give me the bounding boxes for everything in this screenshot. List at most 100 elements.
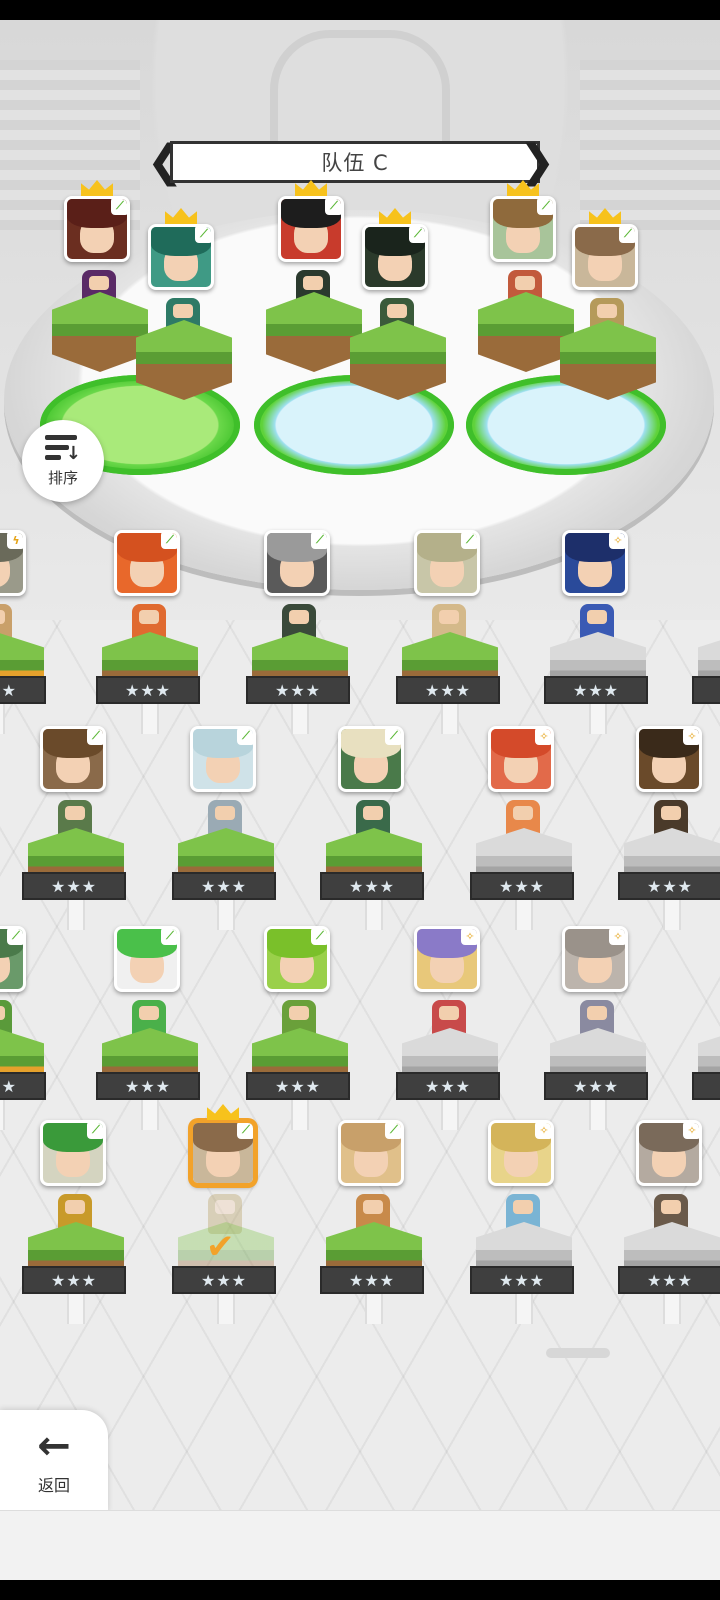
roster-unit[interactable]: ★★★: [690, 926, 720, 1126]
roster-unit[interactable]: ⟋ ★★★: [20, 1120, 130, 1324]
element-sparkle-icon: ✧: [535, 729, 551, 745]
team-member[interactable]: ⟋: [552, 208, 662, 424]
unit-portrait: ✧: [414, 926, 480, 992]
roster-unit[interactable]: ⟋ ★★★: [244, 926, 354, 1130]
element-sparkle-icon: ✧: [683, 1123, 699, 1139]
roster-unit[interactable]: ⟋ ★★★: [170, 726, 280, 930]
back-arrow-icon: ←: [37, 1423, 71, 1469]
roster-unit[interactable]: ✧ ★★★: [616, 1120, 720, 1324]
roster-unit[interactable]: ⟋ ★★★: [0, 926, 50, 1130]
selected-check-icon: ✔: [206, 1227, 235, 1267]
unit-portrait: ✧: [636, 726, 702, 792]
unit-portrait: ϟ: [0, 530, 26, 596]
element-leaf-icon: ⟋: [461, 533, 477, 549]
element-leaf-icon: ⟋: [111, 199, 127, 215]
bottom-bar: [0, 1510, 720, 1580]
element-leaf-icon: ⟋: [325, 199, 341, 215]
element-leaf-icon: ⟋: [311, 929, 327, 945]
roster-unit[interactable]: ⟋ ★★★: [94, 530, 204, 734]
unit-portrait: ⟋: [338, 726, 404, 792]
unit-portrait: ⟋: [114, 530, 180, 596]
member-portrait: ⟋: [278, 196, 344, 262]
unit-portrait: ✧: [488, 726, 554, 792]
unit-post: [589, 704, 607, 734]
team-member[interactable]: ⟋: [128, 208, 238, 424]
element-bolt-icon: ϟ: [7, 533, 23, 549]
stairs-right: [580, 60, 720, 230]
scroll-handle[interactable]: [546, 1348, 610, 1358]
member-block: [560, 320, 656, 400]
star-rating: ★★★: [470, 1266, 574, 1294]
element-sparkle-icon: ✧: [535, 1123, 551, 1139]
element-leaf-icon: ⟋: [385, 1123, 401, 1139]
back-button[interactable]: ← 返回: [0, 1410, 108, 1512]
star-rating: ★★★: [544, 1072, 648, 1100]
roster-unit[interactable]: ϟ ★★★: [0, 530, 50, 734]
star-rating: ★★★: [0, 1072, 46, 1100]
sort-label: 排序: [47, 468, 78, 487]
star-rating: ★★★: [396, 676, 500, 704]
star-rating: ★★★: [172, 1266, 276, 1294]
star-rating: ★★★: [692, 1072, 720, 1100]
game-screen: ❮ 队伍 C ❯ ⟋ ⟋ ⟋ ⟋ ⟋ ⟋ ↓ 排序 ϟ ★ ⟋ ★★★ ⟋ ★★…: [0, 20, 720, 1580]
unit-post: [67, 1294, 85, 1324]
roster-unit[interactable]: ✧ ★★★: [468, 1120, 578, 1324]
unit-post: [291, 1100, 309, 1130]
element-leaf-icon: ⟋: [619, 227, 635, 243]
star-rating: ★★★: [618, 1266, 720, 1294]
roster-unit[interactable]: ✧ ★★★: [616, 726, 720, 930]
star-rating: ★★★: [544, 676, 648, 704]
member-portrait: ⟋: [64, 196, 130, 262]
roster-unit[interactable]: ⟋ ★★★: [318, 726, 428, 930]
unit-post: [141, 704, 159, 734]
team-member[interactable]: ⟋: [342, 208, 452, 424]
element-sparkle-icon: ✧: [461, 929, 477, 945]
unit-post: [515, 1294, 533, 1324]
unit-post: [365, 900, 383, 930]
team-title: 队伍 C: [170, 141, 540, 183]
next-team-icon[interactable]: ❯: [519, 138, 556, 186]
unit-portrait: ⟋: [40, 1120, 106, 1186]
element-leaf-icon: ⟋: [161, 533, 177, 549]
element-leaf-icon: ⟋: [237, 729, 253, 745]
member-portrait: ⟋: [490, 196, 556, 262]
roster-unit[interactable]: ✧ ★★★: [542, 926, 652, 1130]
unit-post: [441, 704, 459, 734]
unit-portrait: ⟋: [338, 1120, 404, 1186]
roster-unit[interactable]: ⟋ ★★★: [244, 530, 354, 734]
unit-portrait: ✧: [636, 1120, 702, 1186]
roster-unit[interactable]: ⟋ ★★★: [318, 1120, 428, 1324]
star-rating: ★★★: [22, 872, 126, 900]
element-leaf-icon: ⟋: [409, 227, 425, 243]
roster-unit[interactable]: ⟋ ★★★: [94, 926, 204, 1130]
roster-unit[interactable]: ✧ ★★★: [542, 530, 652, 734]
roster-unit[interactable]: ✧ ★★★: [394, 926, 504, 1130]
unit-portrait: ⟋: [264, 926, 330, 992]
star-rating: ★★★: [320, 872, 424, 900]
star-rating: ★★★: [692, 676, 720, 704]
unit-portrait: ⟋: [190, 726, 256, 792]
roster-unit[interactable]: ★★★: [690, 530, 720, 730]
member-block: [136, 320, 232, 400]
star-rating: ★★★: [246, 1072, 350, 1100]
roster-unit[interactable]: ⟋ ★★★: [394, 530, 504, 734]
element-leaf-icon: ⟋: [237, 1123, 253, 1139]
sort-button[interactable]: ↓ 排序: [22, 420, 104, 502]
roster-unit-selected[interactable]: ⟋ ✔ ★★★: [170, 1104, 280, 1324]
leader-crown-icon: [207, 1104, 239, 1120]
element-leaf-icon: ⟋: [385, 729, 401, 745]
roster-unit[interactable]: ✧ ★★★: [468, 726, 578, 930]
member-portrait: ⟋: [362, 224, 428, 290]
unit-portrait: ✧: [562, 530, 628, 596]
element-leaf-icon: ⟋: [161, 929, 177, 945]
unit-post: [141, 1100, 159, 1130]
roster-unit[interactable]: ⟋ ★★★: [20, 726, 130, 930]
star-rating: ★★★: [320, 1266, 424, 1294]
unit-post: [515, 900, 533, 930]
unit-post: [663, 1294, 681, 1324]
unit-portrait: ⟋: [190, 1120, 256, 1186]
unit-post: [589, 1100, 607, 1130]
element-leaf-icon: ⟋: [7, 929, 23, 945]
element-sparkle-icon: ✧: [609, 929, 625, 945]
unit-post: [441, 1100, 459, 1130]
